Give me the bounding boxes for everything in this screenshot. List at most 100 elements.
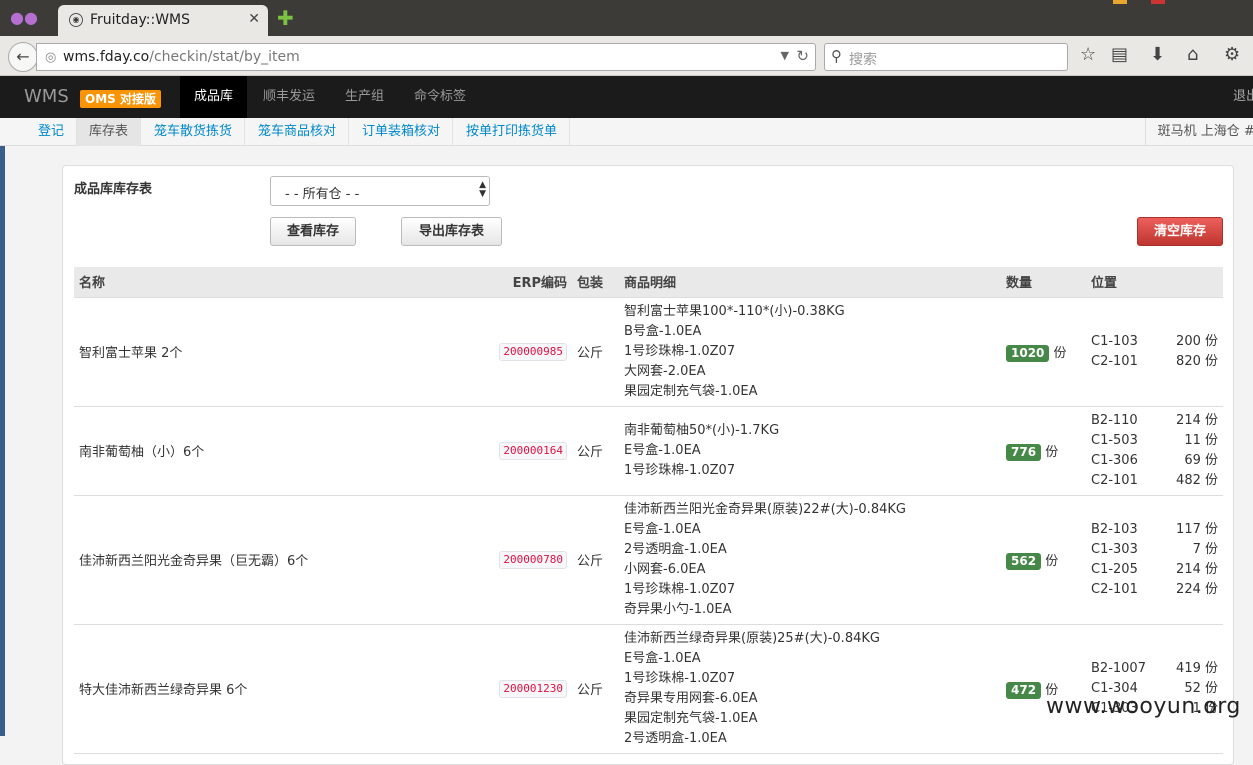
globe-icon: ◎ bbox=[45, 50, 57, 65]
clear-inventory-button[interactable]: 清空库存 bbox=[1137, 217, 1223, 246]
location-line: C1-503 11 份 bbox=[1091, 432, 1218, 448]
detail-line: 小网套-6.0EA bbox=[624, 561, 706, 577]
detail-line: 奇异果小勺-1.0EA bbox=[624, 601, 732, 617]
window-controls bbox=[1053, 0, 1233, 6]
search-bar[interactable]: ⚲ 搜索 bbox=[824, 43, 1068, 71]
home-icon[interactable]: ⌂ bbox=[1187, 45, 1198, 65]
item-name: 特大佳沛新西兰绿奇异果 6个 bbox=[74, 624, 492, 754]
location-line: C1-103 200 份 bbox=[1091, 333, 1218, 349]
detail-line: 2号透明盒-1.0EA bbox=[624, 541, 727, 557]
qty-unit: 份 bbox=[1045, 444, 1059, 460]
header-name: 名称 bbox=[74, 267, 492, 298]
nav-item-sf-shipping[interactable]: 顺丰发运 bbox=[249, 76, 329, 118]
oms-badge: OMS 对接版 bbox=[80, 90, 161, 108]
subnav-print-picklist[interactable]: 按单打印拣货单 bbox=[454, 118, 571, 146]
detail-line: 智利富士苹果100*-110*(小)-0.38KG bbox=[624, 303, 845, 319]
subnav-cage-picking[interactable]: 笼车散货拣货 bbox=[142, 118, 246, 146]
search-placeholder: 搜索 bbox=[849, 52, 877, 68]
watermark: www.wooyun.org bbox=[1046, 694, 1241, 719]
download-icon[interactable]: ⬇ bbox=[1150, 45, 1165, 65]
detail-line: 南非葡萄柚50*(小)-1.7KG bbox=[624, 422, 780, 438]
nav-item-command-label[interactable]: 命令标签 bbox=[400, 76, 480, 118]
item-pack: 公斤 bbox=[572, 406, 619, 496]
item-locations: B2-110 214 份 C1-503 11 份 C1-306 69 份 C2-101… bbox=[1086, 406, 1223, 496]
item-pack: 公斤 bbox=[572, 624, 619, 754]
reading-list-icon[interactable]: ▤ bbox=[1111, 45, 1128, 65]
sub-nav: 登记 库存表 笼车散货拣货 笼车商品核对 订单装箱核对 按单打印拣货单 斑马机 … bbox=[0, 118, 1253, 146]
location-line: C2-101 224 份 bbox=[1091, 581, 1218, 597]
location-line: B2-103 117 份 bbox=[1091, 521, 1218, 537]
mask-icon[interactable]: ●● bbox=[10, 9, 38, 27]
detail-line: 佳沛新西兰阳光金奇异果(原装)22#(大)-0.84KG bbox=[624, 501, 906, 517]
qty-unit: 份 bbox=[1045, 553, 1059, 569]
qty-badge: 1020 bbox=[1006, 344, 1050, 362]
back-arrow-icon: ← bbox=[16, 47, 30, 66]
subnav-inventory[interactable]: 库存表 bbox=[77, 118, 142, 146]
erp-code: 200000780 bbox=[499, 550, 567, 569]
close-tab-icon[interactable]: ✕ bbox=[248, 11, 260, 27]
subnav-cage-check[interactable]: 笼车商品核对 bbox=[246, 118, 350, 146]
detail-line: 1号珍珠棉-1.0Z07 bbox=[624, 670, 736, 686]
table-row: 南非葡萄柚（小）6个 200000164 公斤 南非葡萄柚50*(小)-1.7K… bbox=[74, 406, 1223, 496]
warehouse-location: 斑马机 上海仓 #1 bbox=[1144, 118, 1253, 146]
item-details: 佳沛新西兰阳光金奇异果(原装)22#(大)-0.84KG E号盒-1.0EA 2… bbox=[619, 495, 1001, 625]
select-arrow-icon: ▲ ▼ bbox=[479, 180, 486, 199]
nav-item-production[interactable]: 生产组 bbox=[331, 76, 398, 118]
detail-line: E号盒-1.0EA bbox=[624, 442, 701, 458]
new-tab-icon[interactable]: ✚ bbox=[277, 8, 294, 28]
location-line: C2-101 820 份 bbox=[1091, 353, 1218, 369]
subnav-order-box-check[interactable]: 订单装箱核对 bbox=[350, 118, 454, 146]
header-erp: ERP编码 bbox=[492, 267, 572, 298]
detail-line: 佳沛新西兰绿奇异果(原装)25#(大)-0.84KG bbox=[624, 630, 880, 646]
reload-icon[interactable]: ↻ bbox=[796, 47, 809, 65]
url-dropdown-icon[interactable]: ▼ bbox=[781, 49, 789, 62]
desktop-edge bbox=[0, 146, 5, 736]
detail-line: 1号珍珠棉-1.0Z07 bbox=[624, 462, 736, 478]
header-pack: 包装 bbox=[572, 267, 619, 298]
detail-line: 果园定制充气袋-1.0EA bbox=[624, 710, 758, 726]
location-line: C1-303 7 份 bbox=[1091, 541, 1218, 557]
item-details: 佳沛新西兰绿奇异果(原装)25#(大)-0.84KG E号盒-1.0EA 1号珍… bbox=[619, 624, 1001, 754]
detail-line: 1号珍珠棉-1.0Z07 bbox=[624, 581, 736, 597]
extension-icon[interactable]: ⚙ bbox=[1224, 45, 1240, 65]
url-bar[interactable]: ◎ wms.fday.co/checkin/stat/by_item ▼ ↻ bbox=[36, 43, 816, 71]
url-text: wms.fday.co/checkin/stat/by_item bbox=[63, 49, 300, 65]
browser-tab[interactable]: ◉ Fruitday::WMS ✕ bbox=[58, 5, 268, 36]
browser-toolbar: ← ◎ wms.fday.co/checkin/stat/by_item ▼ ↻… bbox=[0, 36, 1253, 76]
location-line: B2-110 214 份 bbox=[1091, 412, 1218, 428]
item-pack: 公斤 bbox=[572, 297, 619, 407]
logout-link[interactable]: 退出 bbox=[1233, 76, 1253, 118]
favicon-icon: ◉ bbox=[69, 13, 83, 27]
qty-badge: 562 bbox=[1006, 552, 1042, 570]
detail-line: 果园定制充气袋-1.0EA bbox=[624, 383, 758, 399]
warehouse-select[interactable]: - - 所有仓 - - ▲ ▼ bbox=[270, 176, 490, 206]
export-inventory-button[interactable]: 导出库存表 bbox=[401, 217, 502, 246]
nav-item-finished-goods[interactable]: 成品库 bbox=[180, 76, 248, 118]
item-locations: B2-103 117 份 C1-303 7 份 C1-205 214 份 C2-101… bbox=[1086, 495, 1223, 625]
app-header: WMS OMS 对接版 成品库 顺丰发运 生产组 命令标签 退出 bbox=[0, 76, 1253, 118]
qty-unit: 份 bbox=[1053, 345, 1067, 361]
item-details: 南非葡萄柚50*(小)-1.7KG E号盒-1.0EA 1号珍珠棉-1.0Z07 bbox=[619, 406, 1001, 496]
detail-line: 奇异果专用网套-6.0EA bbox=[624, 690, 758, 706]
inventory-panel: 成品库库存表 - - 所有仓 - - ▲ ▼ 查看库存 导出库存表 清空库存 名称… bbox=[62, 165, 1234, 765]
location-line: C1-205 214 份 bbox=[1091, 561, 1218, 577]
header-detail: 商品明细 bbox=[619, 267, 1001, 298]
app-brand[interactable]: WMS bbox=[24, 86, 69, 107]
item-locations: C1-103 200 份 C2-101 820 份 bbox=[1086, 297, 1223, 407]
erp-code: 200001230 bbox=[499, 679, 567, 698]
warehouse-select-value: - - 所有仓 - - bbox=[285, 187, 360, 202]
location-line: C2-101 482 份 bbox=[1091, 472, 1218, 488]
table-header-row: 名称 ERP编码 包装 商品明细 数量 位置 bbox=[74, 267, 1223, 298]
detail-line: 1号珍珠棉-1.0Z07 bbox=[624, 343, 736, 359]
header-location: 位置 bbox=[1086, 267, 1223, 298]
table-row: 智利富士苹果 2个 200000985 公斤 智利富士苹果100*-110*(小… bbox=[74, 297, 1223, 407]
subnav-register[interactable]: 登记 bbox=[26, 118, 78, 146]
location-line: C1-306 69 份 bbox=[1091, 452, 1218, 468]
bookmark-star-icon[interactable]: ☆ bbox=[1080, 45, 1096, 65]
view-inventory-button[interactable]: 查看库存 bbox=[270, 217, 356, 246]
erp-code: 200000985 bbox=[499, 342, 567, 361]
back-button[interactable]: ← bbox=[8, 42, 38, 72]
panel-title: 成品库库存表 bbox=[74, 182, 153, 197]
inventory-table: 名称 ERP编码 包装 商品明细 数量 位置 智利富士苹果 2个 2000009… bbox=[74, 267, 1223, 754]
window-indicator bbox=[1113, 0, 1127, 4]
